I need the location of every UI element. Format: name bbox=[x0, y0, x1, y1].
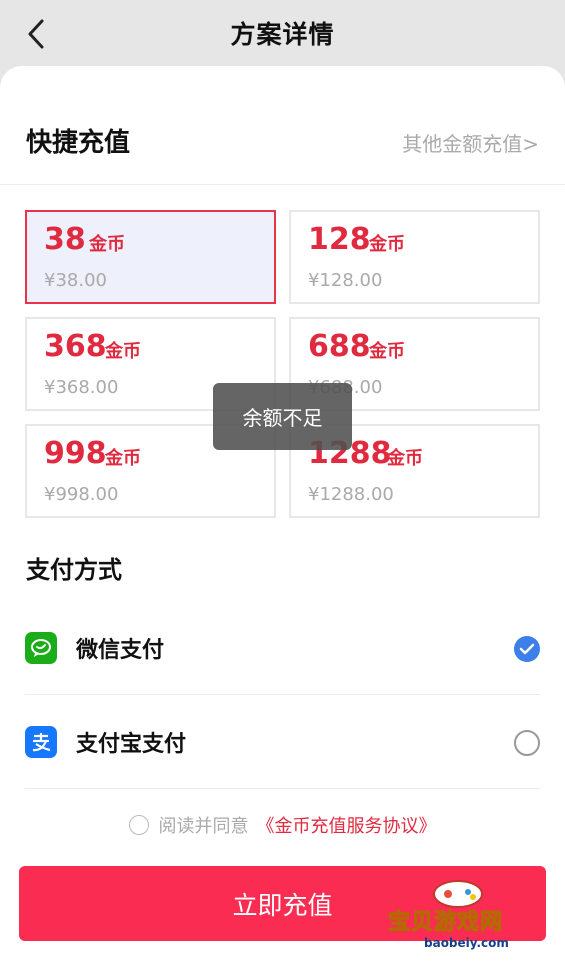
quick-recharge-title: 快捷充值 bbox=[26, 128, 131, 158]
payment-radio-unchecked[interactable] bbox=[514, 730, 540, 756]
navbar: 方案详情 bbox=[0, 0, 565, 66]
package-amount: 998 bbox=[44, 436, 107, 471]
payment-method-title: 支付方式 bbox=[26, 556, 122, 584]
package-unit: 金币 bbox=[387, 448, 423, 469]
package-card-0[interactable]: 38 金币 ¥38.00 bbox=[25, 210, 276, 304]
watermark-text: 宝贝游戏网 bbox=[387, 910, 504, 936]
package-unit: 金币 bbox=[105, 448, 141, 469]
wechat-pay-icon bbox=[25, 632, 57, 664]
package-amount: 368 bbox=[44, 329, 107, 364]
check-icon bbox=[519, 643, 535, 655]
payment-label: 支付宝支付 bbox=[76, 732, 187, 757]
content-sheet: 快捷充值 其他金额充值> 38 金币 ¥38.00 128 金币 ¥128.00… bbox=[0, 66, 565, 966]
payment-label: 微信支付 bbox=[76, 638, 165, 663]
package-price: ¥128.00 bbox=[308, 270, 383, 291]
package-amount: 38 bbox=[44, 222, 86, 257]
agreement-link[interactable]: 《金币充值服务协议》 bbox=[257, 812, 437, 838]
chevron-left-icon bbox=[28, 19, 44, 49]
package-price: ¥998.00 bbox=[44, 484, 119, 505]
other-amount-link[interactable]: 其他金额充值> bbox=[402, 128, 539, 157]
agreement-row: 阅读并同意 《金币充值服务协议》 bbox=[0, 810, 565, 840]
package-unit: 金币 bbox=[369, 341, 405, 362]
page: 方案详情 快捷充值 其他金额充值> 38 金币 ¥38.00 128 金币 ¥1… bbox=[0, 0, 565, 966]
package-amount: 128 bbox=[308, 222, 371, 257]
package-amount: 688 bbox=[308, 329, 371, 364]
package-price: ¥1288.00 bbox=[308, 484, 394, 505]
toast-message: 余额不足 bbox=[213, 383, 352, 450]
package-price: ¥38.00 bbox=[44, 270, 107, 291]
payment-radio-checked[interactable] bbox=[514, 636, 540, 662]
payment-option-wechat[interactable]: 微信支付 bbox=[0, 600, 565, 694]
package-price: ¥368.00 bbox=[44, 377, 119, 398]
alipay-icon bbox=[25, 726, 57, 758]
agreement-text: 阅读并同意 bbox=[158, 816, 249, 837]
package-card-1[interactable]: 128 金币 ¥128.00 bbox=[289, 210, 540, 304]
divider bbox=[0, 184, 565, 185]
watermark: 宝贝游戏网 baobeiy.com bbox=[387, 874, 538, 964]
payment-option-alipay[interactable]: 支付宝支付 bbox=[0, 694, 565, 788]
package-unit: 金币 bbox=[369, 234, 405, 255]
watermark-url: baobeiy.com bbox=[424, 936, 509, 950]
page-title: 方案详情 bbox=[230, 20, 335, 49]
agreement-checkbox[interactable] bbox=[128, 815, 149, 835]
package-unit: 金币 bbox=[89, 234, 125, 255]
divider bbox=[25, 788, 540, 789]
back-button[interactable] bbox=[18, 14, 54, 54]
quick-recharge-header: 快捷充值 其他金额充值> bbox=[0, 106, 565, 186]
package-unit: 金币 bbox=[105, 341, 141, 362]
